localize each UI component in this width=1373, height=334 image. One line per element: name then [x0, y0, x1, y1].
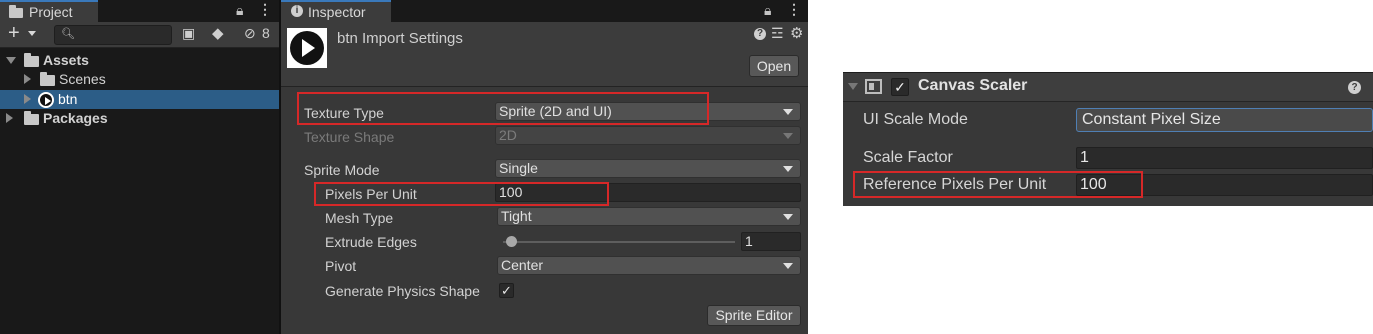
chevron-down-icon: [783, 109, 793, 115]
extrude-edges-label: Extrude Edges: [325, 234, 417, 250]
canvas-scaler-title: Canvas Scaler: [918, 77, 1028, 94]
tree-item-label: Packages: [43, 110, 108, 126]
chevron-down-icon[interactable]: [6, 57, 16, 64]
chevron-down-icon[interactable]: [848, 83, 858, 90]
canvas-scaler-panel: ✓ Canvas Scaler ? UI Scale Mode Constant…: [843, 72, 1373, 206]
tree-item-scenes[interactable]: Scenes: [0, 70, 279, 89]
tree-item-btn[interactable]: btn: [0, 90, 279, 109]
tree-item-label: Scenes: [59, 71, 106, 87]
open-button[interactable]: Open: [749, 55, 799, 77]
highlight-box: [297, 92, 709, 125]
mesh-type-dropdown[interactable]: Tight: [497, 207, 801, 226]
pivot-dropdown[interactable]: Center: [497, 256, 801, 275]
component-enabled-checkbox[interactable]: ✓: [891, 78, 909, 96]
highlight-box: [314, 182, 609, 206]
ui-scale-mode-dropdown[interactable]: Constant Pixel Size: [1076, 108, 1373, 132]
preset-icon[interactable]: ☲: [771, 25, 784, 42]
folder-icon: [40, 72, 55, 86]
chevron-right-icon[interactable]: [24, 94, 31, 104]
tab-project[interactable]: Project: [0, 0, 98, 22]
project-panel: Project 🔒︎ ⋮ + 🔍︎ ▣ ◆ ⊘ 8 Assets Scenes …: [0, 0, 279, 334]
pivot-label: Pivot: [325, 258, 357, 274]
chevron-right-icon[interactable]: [6, 113, 13, 123]
chevron-down-icon: [783, 166, 793, 172]
kebab-menu-icon[interactable]: ⋮: [787, 1, 801, 18]
chevron-down-icon: [783, 263, 793, 269]
extrude-edges-field[interactable]: 1: [741, 232, 801, 251]
info-icon: i: [291, 5, 303, 17]
sprite-play-icon: [287, 28, 327, 68]
lock-icon[interactable]: 🔒︎: [764, 2, 771, 19]
help-icon[interactable]: ?: [1348, 81, 1361, 94]
inspector-header: btn Import Settings ? ☲ ⚙︎ Open: [281, 22, 808, 87]
generate-physics-shape-label: Generate Physics Shape: [325, 283, 480, 299]
plus-icon[interactable]: +: [8, 22, 20, 44]
chevron-down-icon: [783, 214, 793, 220]
filter-by-type-icon[interactable]: ▣: [182, 25, 195, 42]
generate-physics-shape-checkbox[interactable]: ✓: [499, 283, 514, 298]
sprite-play-icon: [38, 92, 54, 108]
hidden-count: 8: [262, 25, 270, 41]
scale-factor-label: Scale Factor: [863, 149, 953, 166]
highlight-box: [853, 171, 1143, 198]
folder-icon: [24, 111, 39, 125]
sprite-mode-dropdown[interactable]: Single: [495, 159, 801, 178]
tab-inspector-label: Inspector: [308, 4, 366, 20]
canvas-scaler-header[interactable]: ✓ Canvas Scaler ?: [843, 72, 1373, 102]
texture-shape-value: 2D: [499, 127, 517, 143]
checkmark-icon: ✓: [501, 283, 512, 298]
project-toolbar: + 🔍︎ ▣ ◆ ⊘ 8: [0, 22, 279, 48]
pivot-value: Center: [501, 257, 544, 273]
canvas-scaler-icon: [865, 79, 882, 94]
hidden-packages-icon[interactable]: ⊘: [244, 25, 256, 42]
kebab-menu-icon[interactable]: ⋮: [258, 1, 272, 18]
sprite-mode-value: Single: [499, 160, 538, 176]
help-icon[interactable]: ?: [754, 28, 766, 40]
tree-item-assets[interactable]: Assets: [0, 51, 279, 70]
texture-shape-label: Texture Shape: [304, 129, 395, 145]
label-tag-icon[interactable]: ◆: [212, 24, 224, 42]
search-input[interactable]: 🔍︎: [54, 25, 172, 45]
page-title: btn Import Settings: [337, 30, 463, 47]
ui-scale-mode-label: UI Scale Mode: [863, 111, 968, 128]
scale-factor-field[interactable]: 1: [1076, 147, 1373, 169]
chevron-down-icon[interactable]: [28, 31, 36, 36]
tree-item-label: btn: [58, 91, 78, 107]
extrude-slider-handle[interactable]: [506, 236, 517, 247]
tab-inspector[interactable]: i Inspector: [281, 0, 391, 22]
inspector-panel: i Inspector 🔒︎ ⋮ btn Import Settings ? ☲…: [281, 0, 808, 334]
chevron-down-icon: [783, 133, 793, 139]
tree-item-label: Assets: [43, 52, 89, 68]
tree-item-packages[interactable]: Packages: [0, 109, 279, 128]
tab-project-label: Project: [29, 4, 73, 20]
mesh-type-label: Mesh Type: [325, 210, 394, 226]
lock-icon[interactable]: 🔒︎: [236, 2, 243, 19]
sprite-editor-button[interactable]: Sprite Editor: [707, 305, 801, 326]
search-icon: 🔍︎: [61, 28, 75, 40]
texture-shape-dropdown: 2D: [495, 126, 801, 145]
extrude-slider-track[interactable]: [503, 241, 735, 243]
folder-open-icon: [24, 53, 39, 67]
mesh-type-value: Tight: [501, 208, 532, 224]
chevron-right-icon[interactable]: [24, 74, 31, 84]
sprite-mode-label: Sprite Mode: [304, 162, 380, 178]
gear-icon[interactable]: ⚙︎: [790, 24, 803, 42]
